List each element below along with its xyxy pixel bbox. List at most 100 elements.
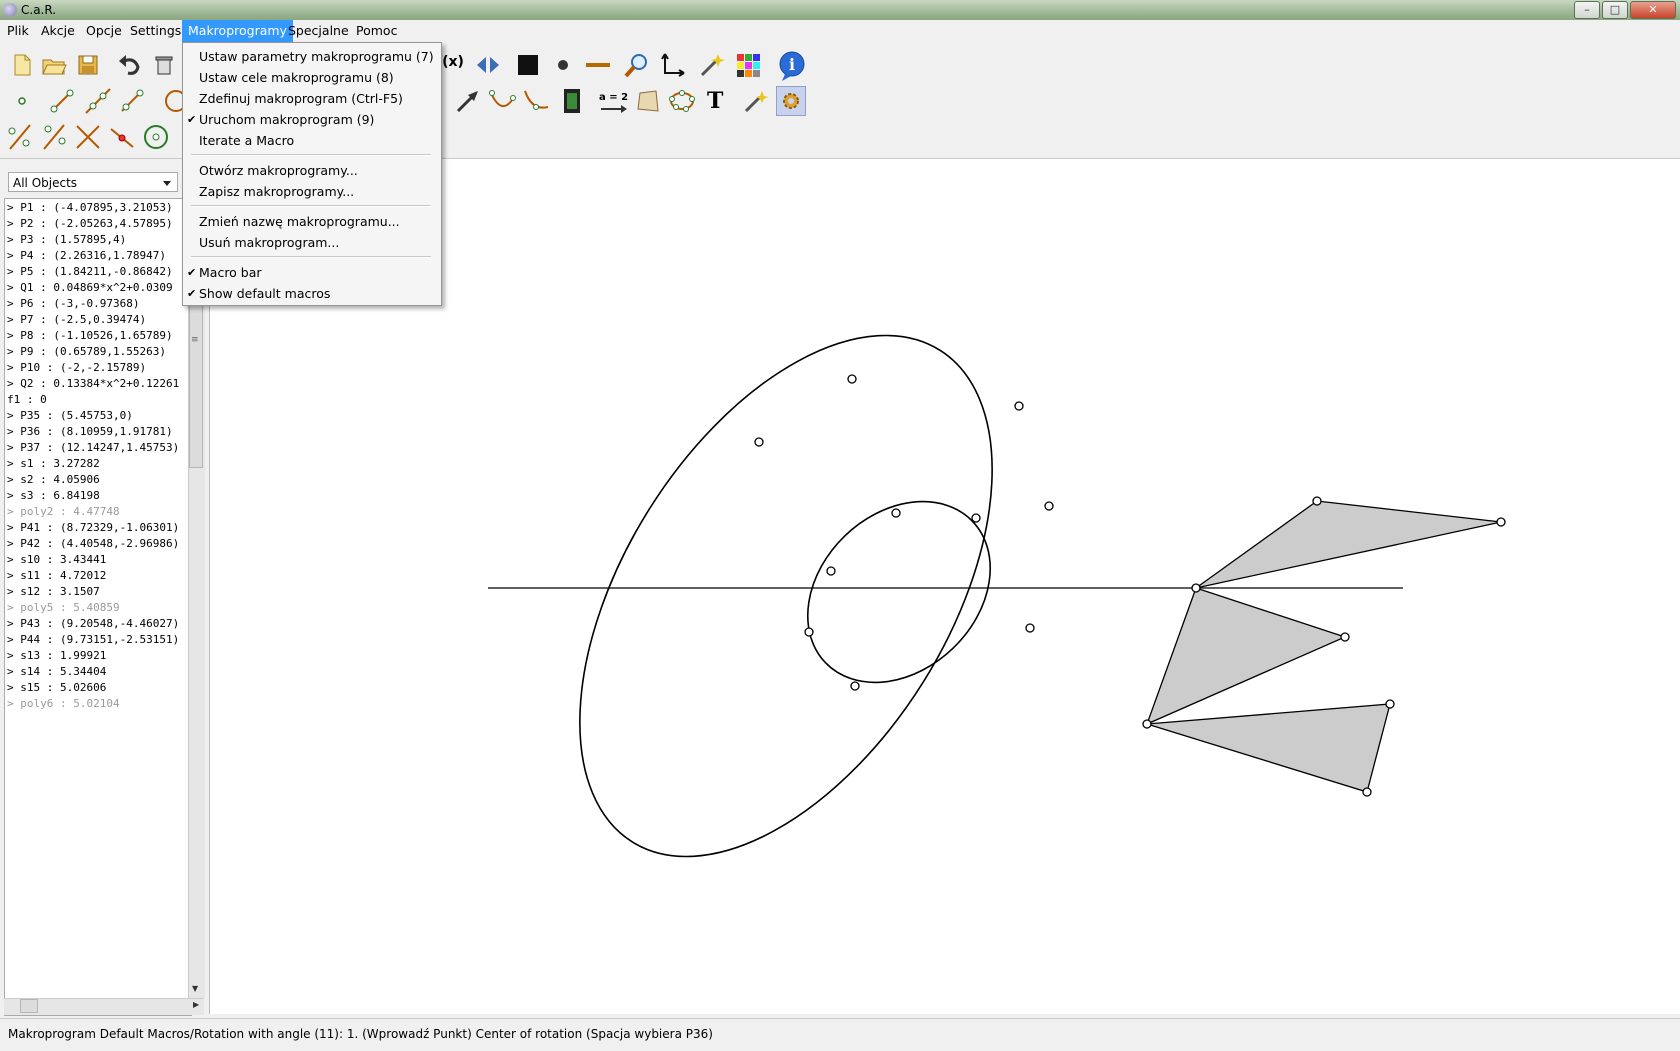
polygon-poly5[interactable] [1145,587,1347,726]
object-list-item[interactable]: > s13 : 1.99921 [7,648,187,664]
point-marker[interactable] [1385,699,1395,709]
point-marker[interactable] [1044,501,1054,511]
object-list-item[interactable]: > Q1 : 0.04869*x^2+0.0309 [7,280,187,296]
menu-specjalne[interactable]: Specjalne [282,20,355,42]
delete-icon[interactable] [150,51,178,79]
segment-tool-icon[interactable] [48,87,76,115]
point-marker[interactable] [1496,517,1506,527]
save-icon[interactable] [74,51,102,79]
undo-icon[interactable] [116,51,144,79]
point-marker[interactable] [847,374,857,384]
polygon-tool-icon[interactable] [634,87,662,115]
info-icon[interactable]: i [777,50,807,82]
point-marker[interactable] [1025,623,1035,633]
menu-opcje[interactable]: Opcje [80,20,128,42]
line-tool-icon[interactable] [118,87,146,115]
object-list-item[interactable]: > s3 : 6.84198 [7,488,187,504]
object-list-item[interactable]: > poly2 : 4.47748 [7,504,187,520]
object-list-item[interactable]: > P3 : (1.57895,4) [7,232,187,248]
dropdown-item[interactable]: Ustaw parametry makroprogramu (7) [183,46,441,67]
ray-tool-icon[interactable] [84,87,112,115]
dropdown-item[interactable]: Zmień nazwę makroprogramu... [183,211,441,232]
point-size-icon[interactable] [549,51,577,79]
line-thickness-icon[interactable] [584,51,612,79]
object-list-item[interactable]: > s2 : 4.05906 [7,472,187,488]
polygon-poly6[interactable] [1146,703,1391,793]
point-marker[interactable] [1312,496,1322,506]
function-graph-icon[interactable] [522,87,550,115]
dropdown-item[interactable]: ✔ Show default macros [183,283,441,304]
minimize-button[interactable]: – [1574,1,1600,19]
object-list-item[interactable]: > P42 : (4.40548,-2.96986) [7,536,187,552]
close-button[interactable]: ✕ [1630,1,1676,19]
filled-square-icon[interactable] [514,51,542,79]
vector-tool-icon[interactable] [454,87,482,115]
object-filter-select[interactable]: All Objects [8,172,178,192]
dropdown-item[interactable]: ✔ Macro bar [183,262,441,283]
object-list-item[interactable]: > poly6 : 5.02104 [7,696,187,712]
text-tool-icon[interactable]: T [707,88,723,114]
curve-tool-icon[interactable] [488,87,516,115]
open-folder-icon[interactable] [40,51,68,79]
scroll-right-arrow-icon[interactable]: ▶ [193,1000,199,1009]
dropdown-item[interactable]: Ustaw cele makroprogramu (8) [183,67,441,88]
object-list-item[interactable]: > P41 : (8.72329,-1.06301) [7,520,187,536]
object-list-item[interactable]: > P5 : (1.84211,-0.86842) [7,264,187,280]
point-marker[interactable] [891,508,901,518]
point-marker[interactable] [1142,719,1152,729]
object-list-item[interactable]: > Q2 : 0.13384*x^2+0.12261 [7,376,187,392]
arrows-left-right-icon[interactable] [474,51,502,79]
intersection-tool-icon[interactable] [74,123,102,151]
outer-conic[interactable] [495,264,1077,928]
menu-akcje[interactable]: Akcje [35,20,81,42]
parallel-tool-icon[interactable] [6,123,34,151]
maximize-button[interactable]: □ [1602,1,1628,19]
object-list-item[interactable]: > P8 : (-1.10526,1.65789) [7,328,187,344]
axes-icon[interactable] [658,51,686,79]
point-marker[interactable] [754,437,764,447]
menu-makroprogramy[interactable]: Makroprogramy [182,20,293,42]
object-list-item[interactable]: > P9 : (0.65789,1.55263) [7,344,187,360]
animation-film-icon[interactable] [558,87,586,115]
new-file-icon[interactable] [8,51,36,79]
menu-pomoc[interactable]: Pomoc [350,20,403,42]
point-marker[interactable] [1191,583,1201,593]
point-marker[interactable] [1362,787,1372,797]
object-list-item[interactable]: > P35 : (5.45753,0) [7,408,187,424]
macro-gear-icon[interactable] [776,86,806,116]
point-marker[interactable] [1014,401,1024,411]
object-list-item[interactable]: > s15 : 5.02606 [7,680,187,696]
expression-tool[interactable]: a = 2 [599,92,628,103]
object-list-item[interactable]: > s10 : 3.43441 [7,552,187,568]
dropdown-item[interactable]: Otwórz makroprogramy... [183,160,441,181]
menu-settings[interactable]: Settings [124,20,187,42]
magic-wand-icon[interactable] [698,51,726,79]
conic-tool-icon[interactable] [668,87,696,115]
object-list-item[interactable]: > s12 : 3.1507 [7,584,187,600]
object-list-item[interactable]: > P6 : (-3,-0.97368) [7,296,187,312]
object-list-item[interactable]: > s1 : 3.27282 [7,456,187,472]
object-list-item[interactable]: > P7 : (-2.5,0.39474) [7,312,187,328]
perpendicular-tool-icon[interactable] [40,123,68,151]
midpoint-tool-icon[interactable] [108,123,136,151]
dropdown-item[interactable]: ✔ Uruchom makroprogram (9) [183,109,441,130]
object-list-item[interactable]: > P2 : (-2.05263,4.57895) [7,216,187,232]
point-tool-icon[interactable] [8,87,36,115]
object-list-item[interactable]: > poly5 : 5.40859 [7,600,187,616]
object-list-item[interactable]: > s14 : 5.34404 [7,664,187,680]
point-marker[interactable] [804,627,814,637]
object-list-item[interactable]: > P37 : (12.14247,1.45753) [7,440,187,456]
object-list-item[interactable]: > s11 : 4.72012 [7,568,187,584]
edit-wand-icon[interactable] [742,87,770,115]
scroll-down-arrow-icon[interactable]: ▼ [192,984,198,993]
dropdown-item[interactable]: Zdefinuj makroprogram (Ctrl-F5) [183,88,441,109]
inner-conic[interactable] [771,465,1026,719]
point-marker[interactable] [1340,632,1350,642]
circle-center-tool-icon[interactable] [142,123,170,151]
dropdown-item[interactable]: Iterate a Macro [183,130,441,151]
object-list-item[interactable]: > P36 : (8.10959,1.91781) [7,424,187,440]
color-palette-icon[interactable] [734,51,762,79]
object-list-item[interactable]: > P4 : (2.26316,1.78947) [7,248,187,264]
object-list-item[interactable]: > P1 : (-4.07895,3.21053) [7,200,187,216]
object-list-item[interactable]: f1 : 0 [7,392,187,408]
